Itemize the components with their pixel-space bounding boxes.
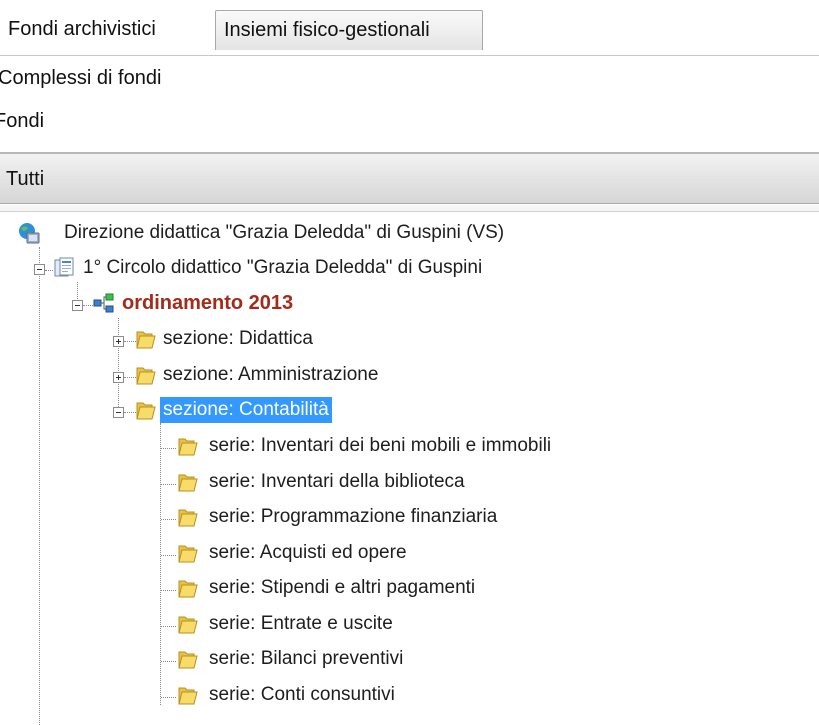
folder-icon [136,402,156,420]
hierarchy-icon [93,293,114,313]
collapse-toggle[interactable] [34,264,45,275]
expand-toggle[interactable] [113,372,124,383]
tree-connector [39,247,40,725]
tree-node-label[interactable]: sezione: Didattica [160,326,316,352]
folder-icon [178,438,198,456]
tree-connector [161,590,176,591]
tree-node-label[interactable]: serie: Acquisti ed opere [206,540,410,566]
tree-connector [161,661,176,662]
tree-node-label[interactable]: serie: Programmazione finanziaria [206,504,500,530]
tree-connector [161,697,176,698]
folder-icon [178,545,198,563]
tree-node-label[interactable]: serie: Entrate e uscite [206,611,396,637]
tree-node-label[interactable]: Direzione didattica "Grazia Deledda" di … [61,220,507,246]
tab-strip: Fondi archivistici Insiemi fisico-gestio… [0,0,819,56]
folder-icon [178,616,198,634]
tree-node-label[interactable]: ordinamento 2013 [119,290,296,316]
tree-connector [161,555,176,556]
archive-tree: Direzione didattica "Grazia Deledda" di … [0,211,819,725]
tree-node-label[interactable]: serie: Bilanci preventivi [206,646,406,672]
tab-fondi-archivistici[interactable]: Fondi archivistici [0,10,208,50]
section-title: Tutti [6,168,45,190]
collapse-toggle[interactable] [113,407,124,418]
nav-fondi[interactable]: Fondi [0,110,44,133]
tree-node-label[interactable]: serie: Stipendi e altri pagamenti [206,575,478,601]
tree-node-label[interactable]: sezione: Amministrazione [160,362,381,388]
tab-insiemi-fisico-gestionali[interactable]: Insiemi fisico-gestionali [215,10,483,50]
section-header[interactable]: Tutti [0,154,819,204]
tree-node-label[interactable]: serie: Inventari dei beni mobili e immob… [206,433,554,459]
folder-icon [136,367,156,385]
folder-icon [178,651,198,669]
tree-connector [161,519,176,520]
tree-connector [45,270,53,271]
folder-icon [178,687,198,705]
nav-complessi-di-fondi[interactable]: Complessi di fondi [0,67,161,90]
tree-node-label[interactable]: sezione: Contabilità [160,397,332,423]
tree-node-label[interactable]: serie: Inventari della biblioteca [206,469,468,495]
tree-connector [161,484,176,485]
folder-icon [178,509,198,527]
folder-icon [178,580,198,598]
folder-icon [136,331,156,349]
tree-connector [118,318,119,413]
tree-connector [83,305,93,306]
tree-connector [161,448,176,449]
folder-icon [178,474,198,492]
globe-icon [19,223,40,244]
collapse-toggle[interactable] [72,300,83,311]
tree-connector [161,626,176,627]
tree-connector [160,423,161,705]
expand-toggle[interactable] [113,336,124,347]
documents-icon [54,257,74,277]
tree-node-label[interactable]: serie: Conti consuntivi [206,682,398,708]
tree-node-label[interactable]: 1° Circolo didattico "Grazia Deledda" di… [80,255,485,281]
